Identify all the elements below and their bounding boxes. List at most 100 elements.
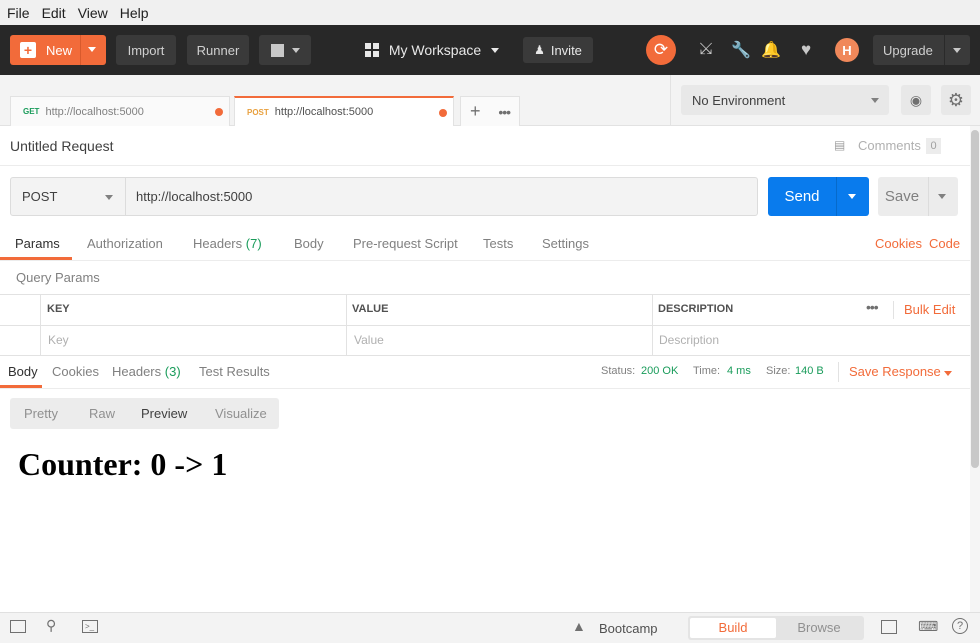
bootcamp-icon: ▲ — [572, 618, 586, 634]
menu-view[interactable]: View — [73, 5, 113, 21]
size-value[interactable]: 140 B — [795, 365, 824, 377]
keyboard-icon[interactable]: ⌨ — [918, 618, 938, 635]
new-button[interactable]: + New — [10, 35, 106, 65]
column-header-key: KEY — [47, 303, 70, 315]
invite-label: Invite — [550, 42, 582, 58]
view-mode-segment: Pretty Raw Preview Visualize — [10, 398, 279, 429]
response-headers-count: (3) — [164, 364, 181, 379]
cookies-link[interactable]: Cookies — [875, 236, 922, 251]
description-input[interactable]: Description — [659, 333, 719, 347]
url-input[interactable]: http://localhost:5000 — [125, 177, 758, 216]
view-preview[interactable]: Preview — [141, 406, 187, 421]
response-tab-test-results[interactable]: Test Results — [199, 364, 270, 379]
preview-heading: Counter: 0 -> 1 — [18, 446, 228, 482]
new-label: New — [46, 42, 73, 58]
sidebar-toggle-icon[interactable] — [10, 620, 26, 633]
browse-toggle[interactable]: Browse — [776, 618, 862, 638]
tab-headers-label: Headers — [193, 236, 243, 251]
more-options-icon[interactable]: ••• — [866, 299, 879, 315]
response-headers-label: Headers — [112, 364, 162, 379]
avatar[interactable]: H — [835, 38, 859, 62]
grid-icon — [364, 43, 379, 57]
more-icon[interactable]: ••• — [498, 104, 511, 120]
tab-body[interactable]: Body — [294, 236, 324, 251]
bulk-edit-link[interactable]: Bulk Edit — [904, 302, 955, 317]
window-plus-icon — [270, 43, 284, 57]
new-window-button[interactable] — [259, 35, 311, 65]
workspace-switcher[interactable]: My Workspace — [362, 35, 502, 65]
tab-tests[interactable]: Tests — [483, 236, 513, 251]
status-value[interactable]: 200 OK — [641, 365, 678, 377]
method-label: POST — [22, 189, 58, 204]
wrench-icon[interactable]: 🔧 — [729, 38, 753, 62]
response-tab-cookies[interactable]: Cookies — [52, 364, 99, 379]
save-response-button[interactable]: Save Response — [849, 364, 941, 379]
response-tab-headers[interactable]: Headers (3) — [112, 364, 181, 379]
save-label: Save — [884, 188, 920, 205]
tab-pre-request-script[interactable]: Pre-request Script — [353, 236, 458, 251]
method-select[interactable]: POST — [10, 177, 126, 216]
size-label: Size: — [766, 365, 791, 377]
plus-icon: + — [20, 42, 36, 58]
sync-icon[interactable]: ⟳ — [646, 35, 676, 65]
heart-icon[interactable]: ♥ — [794, 38, 818, 62]
tab-authorization[interactable]: Authorization — [87, 236, 163, 251]
tab-params[interactable]: Params — [15, 236, 60, 251]
view-visualize[interactable]: Visualize — [215, 406, 267, 421]
bell-icon[interactable]: 🔔 — [759, 38, 783, 62]
bootcamp-link[interactable]: Bootcamp — [599, 621, 658, 636]
unsaved-dot-icon — [439, 109, 447, 117]
tab-get-request[interactable]: GET http://localhost:5000 — [10, 96, 230, 126]
tab-method: GET — [23, 107, 40, 116]
status-label: Status: — [601, 365, 636, 377]
environment-select[interactable]: No Environment — [681, 85, 889, 115]
environment-label: No Environment — [692, 92, 786, 108]
params-table: KEY VALUE DESCRIPTION ••• Bulk Edit Key … — [0, 294, 970, 356]
new-dropdown-icon[interactable] — [88, 47, 96, 52]
value-input[interactable]: Value — [354, 333, 384, 347]
save-dropdown-icon[interactable] — [938, 194, 946, 199]
request-title[interactable]: Untitled Request — [10, 138, 114, 154]
view-pretty[interactable]: Pretty — [24, 406, 58, 421]
find-icon[interactable]: ⚲ — [46, 617, 56, 634]
code-link[interactable]: Code — [929, 236, 960, 251]
gear-icon[interactable]: ⚙ — [941, 85, 971, 115]
two-pane-icon[interactable] — [881, 620, 897, 634]
app-header: + New Import Runner My Workspace ♟ Invit… — [0, 25, 980, 75]
comments-count-badge: 0 — [926, 138, 941, 154]
time-value[interactable]: 4 ms — [727, 365, 751, 377]
key-input[interactable]: Key — [48, 333, 69, 347]
column-header-value: VALUE — [352, 303, 389, 315]
tab-url: http://localhost:5000 — [45, 105, 144, 118]
menu-help[interactable]: Help — [115, 5, 154, 21]
upgrade-button[interactable]: Upgrade — [873, 35, 970, 65]
build-toggle[interactable]: Build — [690, 618, 776, 638]
tab-headers[interactable]: Headers (7) — [193, 236, 262, 251]
help-icon[interactable]: ? — [952, 618, 968, 634]
scrollbar-track[interactable] — [970, 126, 980, 612]
menu-edit[interactable]: Edit — [37, 5, 71, 21]
workspace-label: My Workspace — [388, 42, 482, 58]
add-user-icon: ♟ — [534, 43, 545, 57]
tab-post-request[interactable]: POST http://localhost:5000 — [234, 96, 454, 126]
scrollbar-thumb[interactable] — [971, 130, 979, 468]
send-button[interactable]: Send — [768, 177, 869, 216]
invite-button[interactable]: ♟ Invite — [523, 37, 593, 63]
unsaved-dot-icon — [215, 108, 223, 116]
console-icon[interactable]: >_ — [82, 620, 98, 633]
add-tab-icon[interactable]: + — [470, 101, 481, 122]
tab-actions: + ••• — [460, 96, 520, 126]
eye-icon[interactable]: ◉ — [901, 85, 931, 115]
tab-settings[interactable]: Settings — [542, 236, 589, 251]
satellite-icon[interactable]: ⤩ — [694, 38, 718, 62]
response-tab-body[interactable]: Body — [8, 364, 38, 379]
comments-label[interactable]: Comments — [858, 138, 921, 153]
import-button[interactable]: Import — [116, 35, 176, 65]
menu-file[interactable]: File — [2, 5, 35, 21]
save-button[interactable]: Save — [878, 177, 958, 216]
send-label: Send — [784, 188, 820, 205]
view-raw[interactable]: Raw — [89, 406, 115, 421]
runner-button[interactable]: Runner — [187, 35, 249, 65]
send-dropdown-icon[interactable] — [848, 194, 856, 199]
save-response-dropdown-icon[interactable] — [944, 371, 952, 376]
